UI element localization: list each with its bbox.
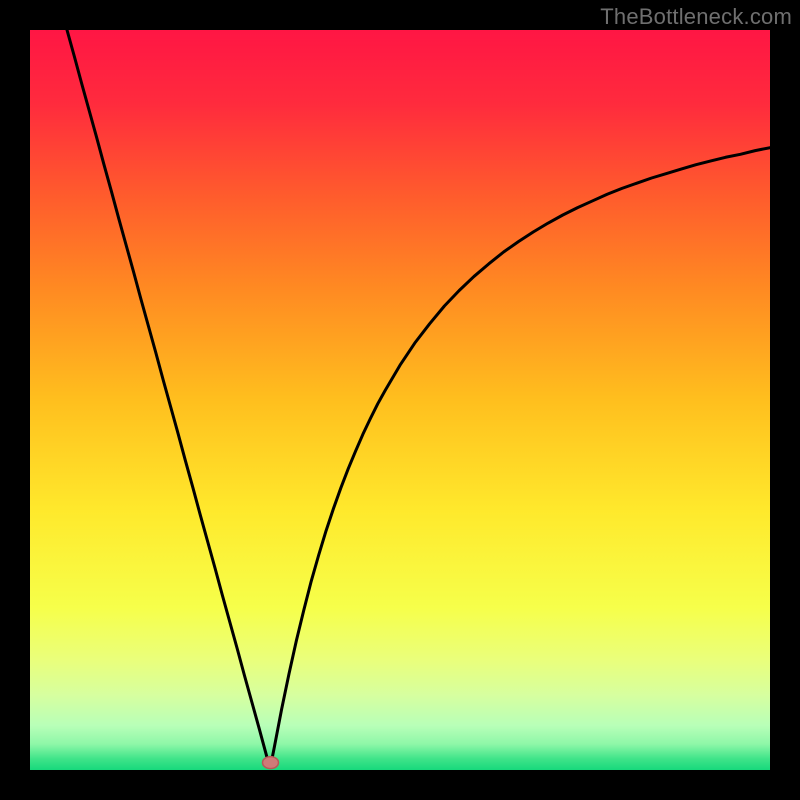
gradient-background (30, 30, 770, 770)
optimal-point-marker (263, 757, 279, 769)
plot-area (30, 30, 770, 770)
chart-frame: TheBottleneck.com (0, 0, 800, 800)
watermark-text: TheBottleneck.com (600, 4, 792, 30)
chart-svg (30, 30, 770, 770)
